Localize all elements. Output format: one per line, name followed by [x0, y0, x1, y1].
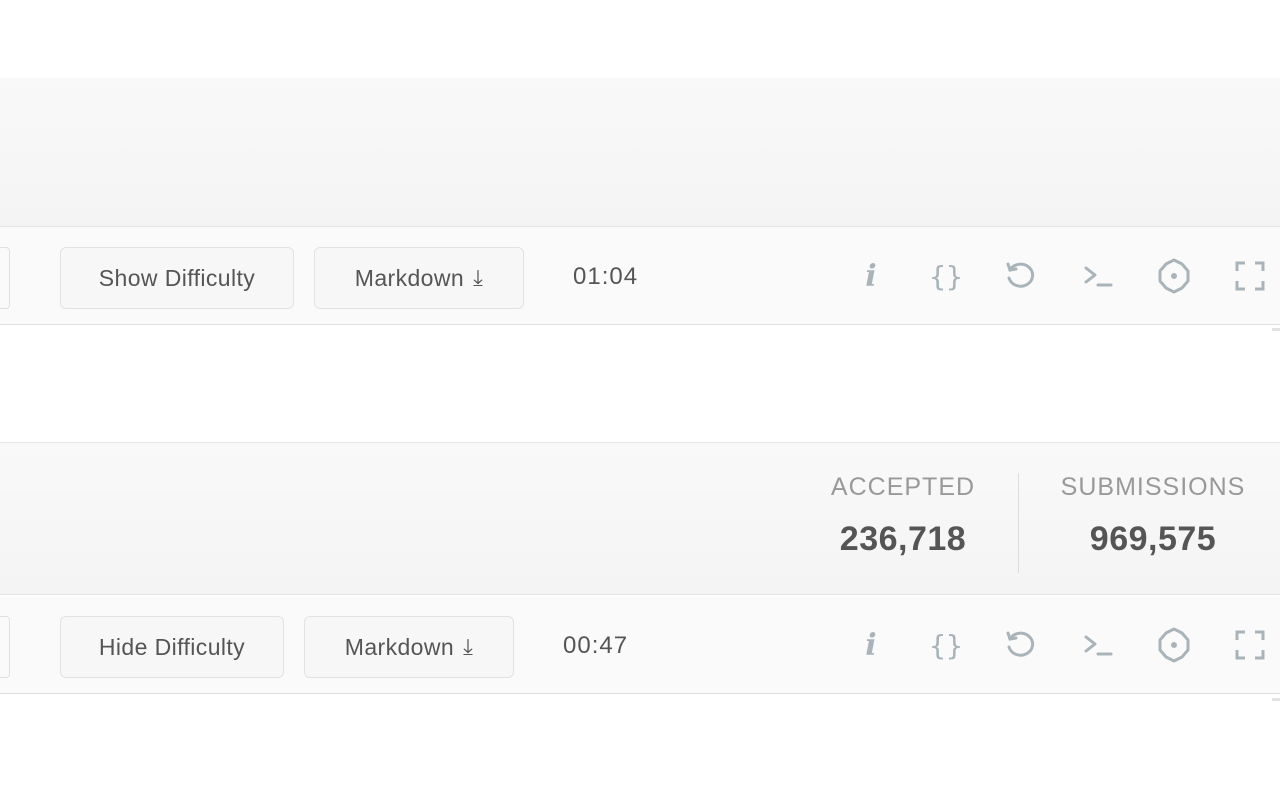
- timer[interactable]: 00:47: [563, 632, 628, 660]
- submissions-label: SUBMISSIONS: [1060, 473, 1246, 501]
- braces-icon[interactable]: {}: [926, 625, 966, 665]
- problem-header-bottom: ACCEPTED 236,718 SUBMISSIONS 969,575: [0, 442, 1280, 595]
- timer[interactable]: 01:04: [573, 263, 638, 291]
- toolbar-left-control[interactable]: [0, 616, 10, 678]
- settings-icon[interactable]: [1154, 625, 1194, 665]
- editor-toolbar-2: Hide Difficulty Markdown ⤓ 00:47 i {}: [0, 596, 1280, 694]
- show-difficulty-label: Show Difficulty: [98, 264, 256, 291]
- download-icon: ⤓: [463, 634, 474, 659]
- accepted-value: 236,718: [839, 520, 967, 558]
- hide-difficulty-label: Hide Difficulty: [98, 633, 246, 660]
- markdown-button[interactable]: Markdown ⤓: [304, 616, 514, 678]
- accepted-label: ACCEPTED: [830, 473, 976, 501]
- markdown-label: Markdown: [354, 264, 465, 291]
- fullscreen-icon[interactable]: [1230, 256, 1270, 296]
- markdown-label: Markdown: [344, 633, 455, 660]
- settings-icon[interactable]: [1154, 256, 1194, 296]
- problem-header-top: [0, 78, 1280, 227]
- stat-divider: [1018, 473, 1019, 573]
- accepted-stat: ACCEPTED 236,718: [820, 473, 986, 559]
- fullscreen-icon[interactable]: [1230, 625, 1270, 665]
- hide-difficulty-button[interactable]: Hide Difficulty: [60, 616, 284, 678]
- reset-icon[interactable]: [1001, 256, 1041, 296]
- console-icon[interactable]: [1078, 256, 1118, 296]
- submissions-stat: SUBMISSIONS 969,575: [1050, 473, 1256, 559]
- console-icon[interactable]: [1078, 625, 1118, 665]
- scroll-tick: [1272, 328, 1280, 331]
- info-icon[interactable]: i: [851, 256, 891, 296]
- scroll-tick: [1272, 698, 1280, 701]
- toolbar-left-control[interactable]: [0, 247, 10, 309]
- submissions-value: 969,575: [1089, 520, 1217, 558]
- download-icon: ⤓: [473, 265, 484, 290]
- editor-toolbar-1: Show Difficulty Markdown ⤓ 01:04 i {}: [0, 227, 1280, 325]
- reset-icon[interactable]: [1001, 625, 1041, 665]
- page: Show Difficulty Markdown ⤓ 01:04 i {} AC…: [0, 0, 1280, 800]
- braces-icon[interactable]: {}: [926, 256, 966, 296]
- markdown-button[interactable]: Markdown ⤓: [314, 247, 524, 309]
- info-icon[interactable]: i: [851, 625, 891, 665]
- show-difficulty-button[interactable]: Show Difficulty: [60, 247, 294, 309]
